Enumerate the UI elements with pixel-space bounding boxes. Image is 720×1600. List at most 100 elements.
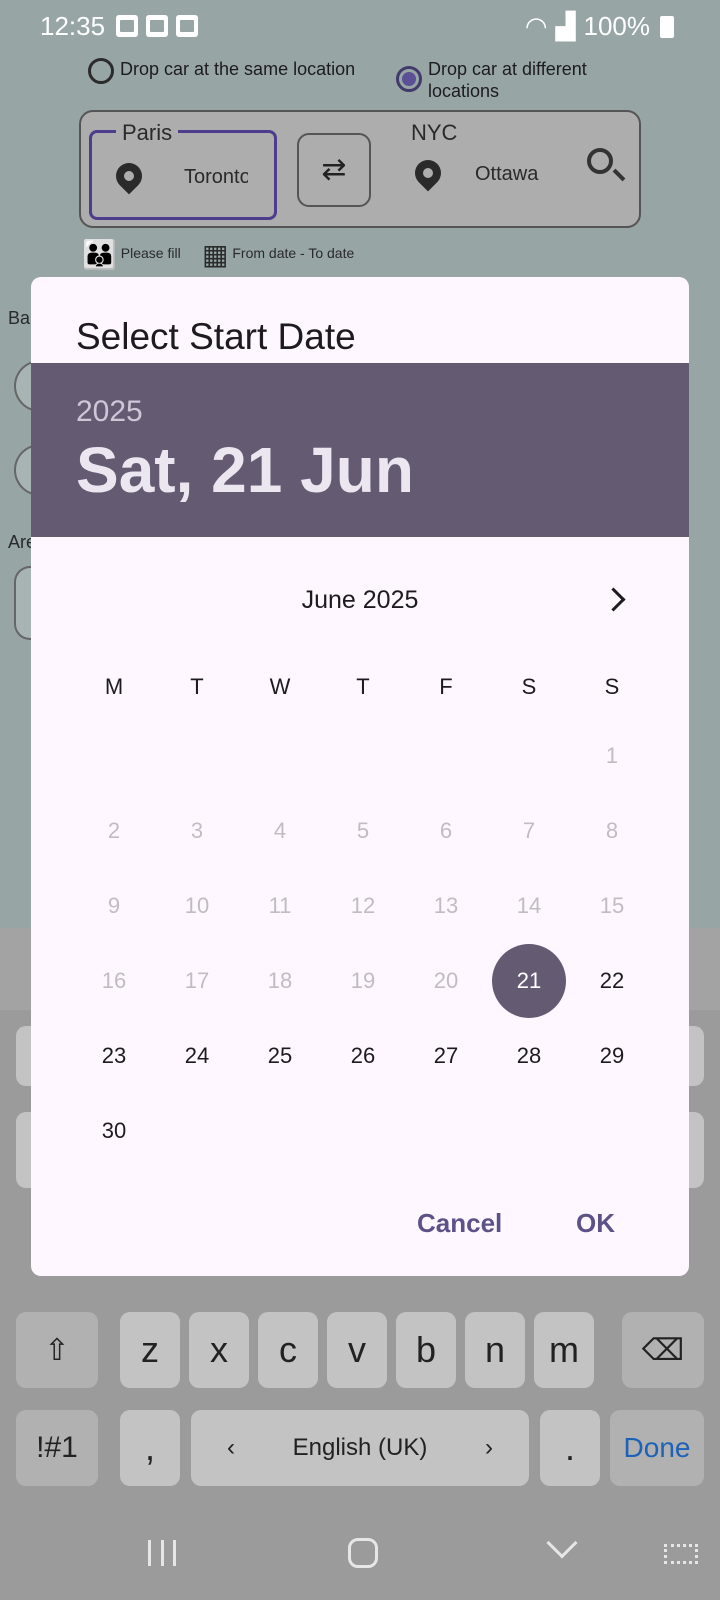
comma-key[interactable]: ,: [120, 1410, 180, 1486]
notification-icons: [116, 15, 198, 37]
day-cell: 10: [184, 893, 210, 918]
swap-button[interactable]: ⇄: [297, 133, 371, 207]
status-right: ◠ ▟ 100%: [525, 11, 674, 42]
backspace-key[interactable]: ⌫: [622, 1312, 704, 1388]
side-label-ba: Ba: [8, 308, 31, 328]
day-cell[interactable]: 30: [77, 1094, 151, 1168]
radio-different-icon: [396, 66, 422, 92]
battery-icon: [660, 15, 674, 38]
day-cell[interactable]: 27: [409, 1019, 483, 1093]
header-year[interactable]: 2025: [76, 395, 143, 429]
period-key[interactable]: .: [540, 1410, 600, 1486]
symbols-key[interactable]: !#1: [16, 1410, 98, 1486]
day-cell: 11: [268, 893, 292, 918]
date-hint[interactable]: ▦ From date - To date: [202, 238, 354, 271]
keyboard-switch-icon[interactable]: [664, 1544, 698, 1564]
lang-prev-icon: ‹: [227, 1434, 235, 1461]
weekday-label: F: [439, 674, 453, 699]
signal-icon: ▟: [555, 11, 576, 41]
swap-icon: ⇄: [321, 153, 347, 186]
day-cell: 12: [350, 893, 376, 918]
next-month-button[interactable]: [599, 582, 633, 616]
day-cell: 13: [433, 893, 459, 918]
clock-icon: [176, 15, 198, 37]
back-icon[interactable]: [546, 1527, 578, 1559]
from-field[interactable]: Paris Toronto: [89, 120, 277, 220]
day-cell: 5: [356, 818, 370, 843]
key-x[interactable]: x: [189, 1312, 249, 1388]
day-cell-selected[interactable]: 21: [492, 944, 566, 1018]
radio-different-label: Drop car at different locations: [428, 59, 587, 101]
key-z[interactable]: z: [120, 1312, 180, 1388]
weekday-label: M: [104, 674, 124, 699]
from-pin-icon: [110, 157, 148, 195]
status-bar: 12:35 ◠ ▟ 100%: [0, 0, 720, 52]
day-cell[interactable]: 25: [243, 1019, 317, 1093]
gallery-icon: [116, 15, 138, 37]
day-cell: 17: [184, 968, 210, 993]
radio-same-label: Drop car at the same location: [120, 59, 356, 79]
wifi-icon: ◠: [524, 11, 548, 41]
day-cell[interactable]: 22: [575, 944, 649, 1018]
day-cell: 3: [190, 818, 204, 843]
from-value: Toronto: [184, 166, 248, 188]
day-cell: 15: [599, 893, 625, 918]
space-key[interactable]: ‹ English (UK) ›: [191, 1410, 529, 1486]
status-time: 12:35: [40, 11, 106, 41]
people-icon: 👪: [82, 239, 117, 270]
search-icon[interactable]: [587, 148, 613, 174]
weekday-label: S: [604, 674, 620, 699]
day-cell: 20: [433, 968, 459, 993]
day-cell[interactable]: 28: [492, 1019, 566, 1093]
date-hint-text: From date - To date: [232, 245, 355, 262]
space-language: English (UK): [292, 1434, 428, 1461]
day-cell[interactable]: 23: [77, 1019, 151, 1093]
key-n[interactable]: n: [465, 1312, 525, 1388]
shift-key[interactable]: ⇧: [16, 1312, 98, 1388]
header-selected-date: Sat, 21 Jun: [76, 434, 414, 506]
from-label: Paris: [116, 120, 179, 146]
day-cell: 4: [273, 818, 287, 843]
cancel-button[interactable]: Cancel: [417, 1208, 502, 1239]
dialog-title: Select Start Date: [76, 316, 356, 357]
done-key[interactable]: Done: [610, 1410, 704, 1486]
ok-button[interactable]: OK: [576, 1208, 615, 1239]
key-b[interactable]: b: [396, 1312, 456, 1388]
month-label: June 2025: [301, 586, 419, 614]
key-c[interactable]: c: [258, 1312, 318, 1388]
radio-same-icon: [88, 58, 114, 84]
home-icon[interactable]: [348, 1538, 378, 1568]
key-m[interactable]: m: [534, 1312, 594, 1388]
recents-icon[interactable]: [148, 1540, 176, 1566]
people-hint: 👪 Please fill: [82, 238, 181, 271]
day-cell: 2: [107, 818, 121, 843]
weekday-label: T: [356, 674, 370, 699]
day-cell: 7: [522, 818, 536, 843]
weekday-label: W: [269, 674, 291, 699]
to-label: NYC: [411, 120, 458, 145]
people-hint-text: Please fill: [120, 245, 181, 262]
day-cell: 6: [439, 818, 453, 843]
battery-percent: 100%: [583, 11, 651, 41]
lang-next-icon: ›: [485, 1434, 493, 1461]
day-cell: 16: [101, 968, 127, 993]
day-cell[interactable]: 29: [575, 1019, 649, 1093]
to-value[interactable]: Ottawa: [475, 163, 538, 186]
day-cell: 1: [605, 743, 619, 768]
day-cell: 14: [516, 893, 542, 918]
day-cell: 8: [605, 818, 619, 843]
navigation-bar: [0, 1512, 720, 1600]
day-cell: 18: [267, 968, 293, 993]
location-panel: Paris Toronto ⇄ NYC Ottawa: [79, 110, 641, 228]
backspace-icon: ⌫: [641, 1333, 685, 1367]
key-v[interactable]: v: [327, 1312, 387, 1388]
calendar-notification-icon: [146, 15, 168, 37]
weekday-label: T: [190, 674, 204, 699]
shift-icon: ⇧: [44, 1333, 70, 1367]
date-picker-dialog: Select Start Date 2025 Sat, 21 Jun June …: [31, 277, 689, 1276]
day-cell[interactable]: 24: [160, 1019, 234, 1093]
to-pin-icon: [409, 154, 447, 192]
day-cell[interactable]: 26: [326, 1019, 400, 1093]
date-header: 2025 Sat, 21 Jun: [31, 363, 689, 537]
weekday-label: S: [521, 674, 537, 699]
